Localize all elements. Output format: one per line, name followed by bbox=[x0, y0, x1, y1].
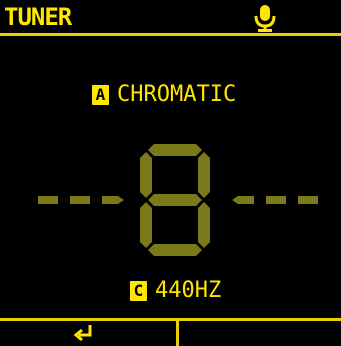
softkey-bar bbox=[0, 318, 341, 346]
screen-title: TUNER bbox=[4, 3, 72, 31]
note-display bbox=[140, 144, 210, 256]
flat-indicator-3 bbox=[102, 196, 124, 204]
sharp-indicator-2 bbox=[266, 196, 286, 204]
segment-e bbox=[140, 202, 152, 248]
header-bar: TUNER bbox=[0, 0, 341, 36]
tuning-mode[interactable]: A CHROMATIC bbox=[92, 82, 236, 108]
reference-pitch[interactable]: C 440HZ bbox=[130, 278, 221, 304]
microphone-icon bbox=[254, 5, 276, 32]
return-arrow-icon[interactable] bbox=[70, 322, 100, 344]
flat-indicator-2 bbox=[70, 196, 90, 204]
mode-key-badge: A bbox=[92, 85, 109, 105]
reference-key-badge: C bbox=[130, 281, 147, 301]
segment-b bbox=[198, 152, 210, 198]
segment-c bbox=[198, 202, 210, 248]
flat-indicator-1 bbox=[38, 196, 58, 204]
softkey-divider bbox=[176, 321, 179, 346]
segment-a bbox=[148, 144, 202, 156]
tuner-screen: TUNER A CHROMATIC C 440HZ bbox=[0, 0, 341, 346]
segment-d bbox=[148, 244, 202, 256]
mode-label: CHROMATIC bbox=[117, 82, 237, 107]
segment-f bbox=[140, 152, 152, 198]
sharp-indicator-1 bbox=[232, 196, 254, 204]
reference-label: 440HZ bbox=[155, 278, 222, 303]
sharp-indicator-3 bbox=[298, 196, 318, 204]
segment-g bbox=[148, 194, 202, 206]
tuning-meter bbox=[38, 144, 318, 256]
